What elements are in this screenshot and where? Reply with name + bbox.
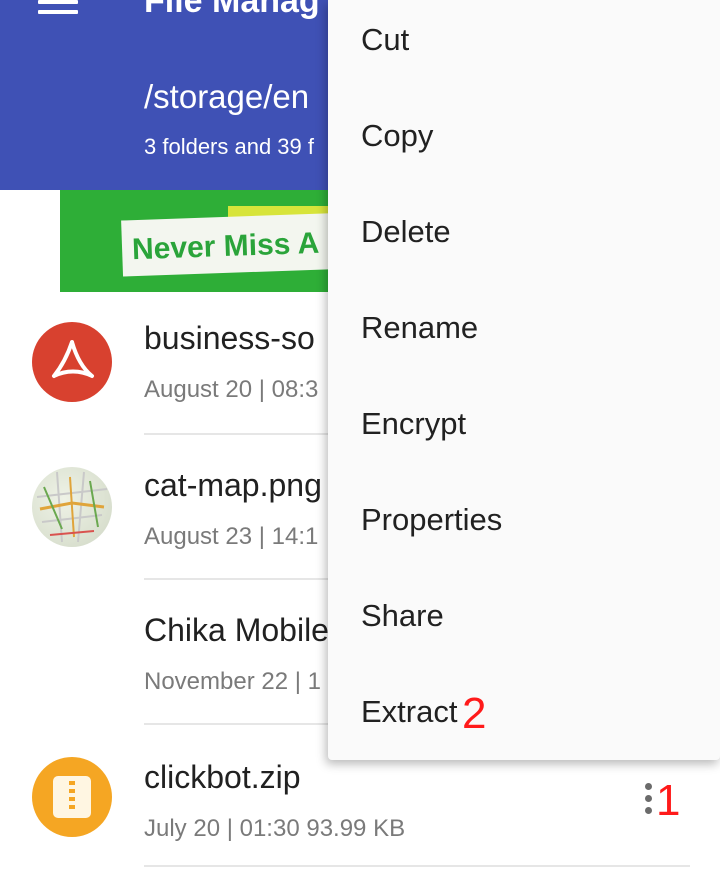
app-title: File Manag [144, 0, 320, 20]
file-meta: August 20 | 08:3 [144, 376, 319, 403]
menu-item-label: Copy [361, 118, 434, 153]
zip-icon [32, 757, 112, 837]
menu-item-label: Cut [361, 22, 410, 57]
file-meta: July 20 | 01:30 93.99 KB [144, 815, 406, 842]
file-name: cat-map.png [144, 467, 322, 503]
ad-banner[interactable]: Never Miss A [60, 190, 360, 292]
menu-item-encrypt[interactable]: Encrypt [328, 384, 720, 480]
folder-summary: 3 folders and 39 f [144, 134, 315, 159]
menu-item-copy[interactable]: Copy [328, 96, 720, 192]
menu-item-properties[interactable]: Properties [328, 480, 720, 576]
menu-item-label: Encrypt [361, 406, 467, 441]
menu-item-share[interactable]: Share [328, 576, 720, 672]
menu-item-extract[interactable]: Extract [328, 672, 720, 768]
menu-item-cut[interactable]: Cut [328, 0, 720, 96]
menu-item-label: Rename [361, 310, 479, 345]
annotation-marker-2: 2 [462, 689, 487, 738]
menu-item-label: Delete [361, 214, 451, 249]
zip-inner [53, 776, 91, 818]
menu-item-label: Share [361, 598, 444, 633]
context-menu: Cut Copy Delete Rename Encrypt Propertie… [328, 0, 720, 760]
map-thumbnail [32, 467, 112, 547]
zip-teeth [69, 781, 75, 813]
menu-item-delete[interactable]: Delete [328, 192, 720, 288]
menu-item-rename[interactable]: Rename [328, 288, 720, 384]
file-name: Chika Mobile [144, 612, 329, 648]
ad-text: Never Miss A [131, 226, 320, 267]
menu-icon[interactable] [38, 0, 78, 14]
pdf-icon [32, 322, 112, 402]
menu-item-label: Extract [361, 694, 458, 729]
divider [144, 865, 690, 867]
file-name: clickbot.zip [144, 759, 301, 795]
menu-item-label: Properties [361, 502, 503, 537]
annotation-marker-1: 1 [656, 776, 681, 825]
file-name: business-so [144, 320, 315, 356]
current-path: /storage/en [144, 78, 310, 115]
file-meta: August 23 | 14:1 [144, 523, 319, 550]
file-meta: November 22 | 1 [144, 668, 321, 695]
